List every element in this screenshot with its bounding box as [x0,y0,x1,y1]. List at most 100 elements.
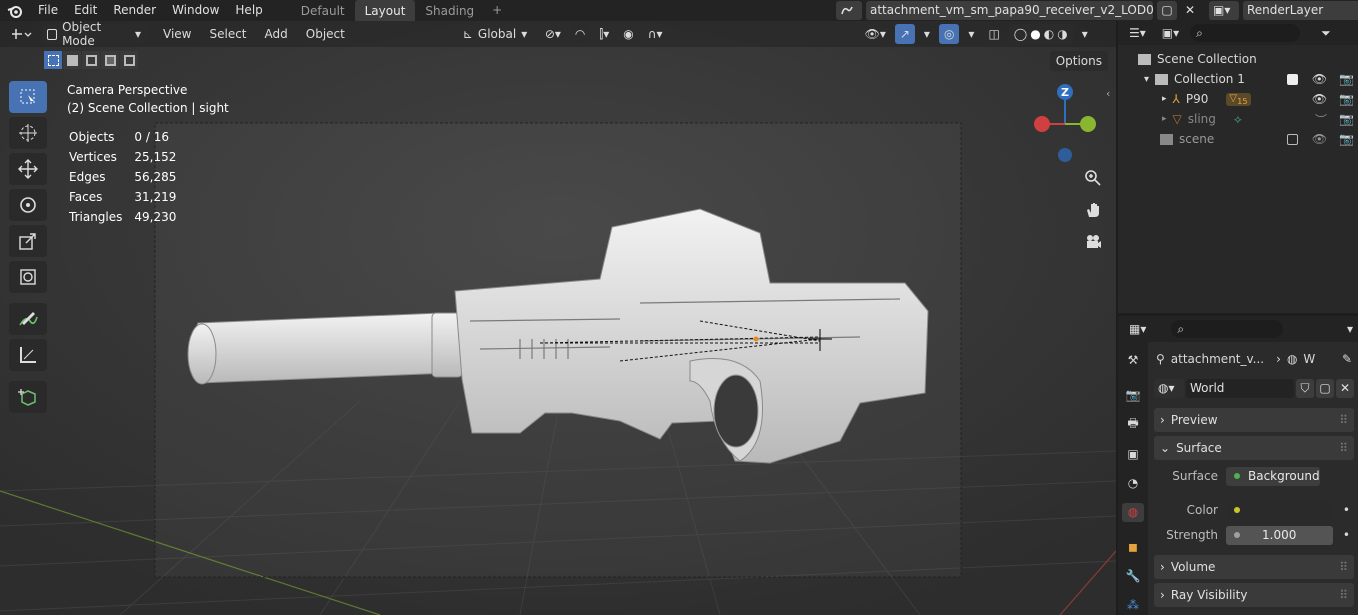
gizmo-menu-icon[interactable]: ▾ [919,24,935,44]
view-layer-icon[interactable]: ▣▾ [1209,0,1239,20]
preview-panel-header[interactable]: › Preview ⠿ [1154,408,1354,432]
outliner-row-scene[interactable]: scene 👁 📷 [1118,129,1358,149]
volume-panel-header[interactable]: › Volume ⠿ [1154,555,1354,579]
output-tab-icon[interactable]: 🖶 [1122,414,1144,434]
tab-layout[interactable]: Layout [354,0,416,21]
scale-tool-icon[interactable] [9,225,47,257]
overlay-toggle-icon[interactable]: ◎ [938,24,960,44]
ray-visibility-panel-header[interactable]: › Ray Visibility ⠿ [1154,583,1354,607]
select-intersect-icon[interactable] [120,51,138,69]
pan-hand-icon[interactable] [1081,198,1105,222]
select-box-tool-icon[interactable] [9,81,47,113]
camera-icon[interactable]: 📷 [1339,132,1354,146]
duplicate-world-icon[interactable]: ▢ [1316,378,1334,398]
falloff-icon[interactable]: ∩▾ [643,24,668,44]
view-layer-field[interactable]: RenderLayer [1243,0,1358,20]
select-subtract-icon[interactable] [82,51,100,69]
strength-field[interactable]: 1.000 [1226,525,1333,545]
axis-gizmo[interactable]: Z [1028,83,1098,163]
drag-handle-icon[interactable]: ⠿ [1339,413,1348,427]
gizmo-toggle-icon[interactable]: ↗ [894,24,915,44]
include-checkbox-icon[interactable] [1286,73,1298,85]
overlay-menu-icon[interactable]: ▾ [963,24,979,44]
outliner-row-collection-1[interactable]: ▾ Collection 1 👁 📷 [1118,69,1358,89]
world-name-field[interactable]: World [1186,378,1294,398]
keyframe-dot-icon[interactable]: • [1343,528,1350,542]
camera-view-icon[interactable] [1081,230,1105,254]
outliner-search-input[interactable]: ⌕ [1190,24,1301,42]
drag-handle-icon[interactable]: ⠿ [1339,560,1348,574]
expand-arrow-icon[interactable]: ▸ [1162,114,1167,124]
eye-icon[interactable]: 👁 [1312,132,1327,146]
render-tab-icon[interactable]: 📷 [1122,385,1144,404]
scene-type-icon[interactable] [836,0,862,20]
color-swatch[interactable] [1226,500,1333,520]
select-difference-icon[interactable] [101,51,119,69]
outliner-row-p90[interactable]: ▸ ⅄ P90 ▽15 👁 📷 [1118,89,1358,109]
outliner-row-sling[interactable]: ▸ ▽ sling ⟡ ︶ 📷 [1118,109,1358,129]
object-tab-icon[interactable]: ◼ [1122,538,1144,557]
properties-editor-type-icon[interactable]: ▦▾ [1124,319,1151,339]
pivot-icon[interactable]: ⊘▾ [540,24,566,44]
particles-tab-icon[interactable]: ⁂ [1122,596,1144,615]
rendered-shading-icon[interactable]: ◑ [1057,27,1067,41]
menu-render[interactable]: Render [105,0,164,21]
surface-shader-field[interactable]: Background [1226,466,1320,486]
tab-default[interactable]: Default [291,0,355,21]
proportional-edit-icon[interactable]: ◉ [618,24,638,44]
solid-shading-icon[interactable]: ● [1030,27,1040,41]
new-scene-icon[interactable]: ▢ [1157,0,1177,20]
fake-user-icon[interactable]: ⛉ [1296,378,1314,398]
camera-icon[interactable]: 📷 [1339,92,1354,106]
cursor-tool-icon[interactable] [9,117,47,149]
xray-icon[interactable]: ◫ [983,24,1004,44]
rotate-tool-icon[interactable] [9,189,47,221]
surface-panel-header[interactable]: ⌄ Surface ⠿ [1154,436,1354,460]
material-shading-icon[interactable]: ◐ [1044,27,1054,41]
outliner-editor-type-icon[interactable]: ☰▾ [1124,23,1151,43]
filter-icon[interactable]: ⏷ [1316,23,1336,43]
visibility-icon[interactable]: 👁▾ [860,24,891,44]
annotate-tool-icon[interactable] [9,303,47,335]
eye-icon[interactable]: 👁 [1312,72,1327,86]
sidebar-toggle-icon[interactable]: ‹ [1106,87,1110,100]
drag-handle-icon[interactable]: ⠿ [1339,441,1348,455]
world-browse-icon[interactable]: ◍▾ [1154,378,1184,398]
display-mode-icon[interactable]: ▣▾ [1157,23,1184,43]
tab-shading[interactable]: Shading [415,0,484,21]
menu-add[interactable]: Add [258,24,295,44]
menu-window[interactable]: Window [164,0,227,21]
delete-scene-icon[interactable]: ✕ [1181,1,1199,20]
menu-edit[interactable]: Edit [66,0,105,21]
include-checkbox-icon[interactable] [1286,133,1298,145]
editor-type-icon[interactable] [6,24,38,44]
properties-options-icon[interactable]: ▾ [1342,319,1358,339]
unlink-world-icon[interactable]: ✕ [1336,378,1354,398]
measure-tool-icon[interactable] [9,339,47,371]
3d-viewport[interactable]: Object Mode ▾ View Select Add Object ⊾ G… [0,21,1116,615]
expand-arrow-icon[interactable]: ▸ [1162,94,1167,104]
view-layer-tab-icon[interactable]: ▣ [1122,444,1144,463]
snap-settings-icon[interactable]: ⫿▾ [594,24,614,44]
drag-handle-icon[interactable]: ⠿ [1339,588,1348,602]
zoom-icon[interactable] [1081,166,1105,190]
expand-arrow-icon[interactable]: ▾ [1144,74,1149,85]
shading-menu-icon[interactable]: ▾ [1077,24,1093,44]
select-extend-icon[interactable] [63,51,81,69]
wireframe-shading-icon[interactable]: ◯ [1014,27,1027,41]
options-button[interactable]: Options [1049,51,1108,71]
add-cube-tool-icon[interactable] [9,381,47,413]
transform-tool-icon[interactable] [9,261,47,293]
camera-icon[interactable]: 📷 [1339,112,1354,126]
world-tab-icon[interactable]: ◍ [1122,502,1144,522]
eye-closed-icon[interactable]: ︶ [1315,111,1327,128]
snap-toggle-icon[interactable]: ◠ [569,24,591,44]
add-workspace-button[interactable]: + [484,0,510,21]
select-new-icon[interactable] [44,51,62,69]
blender-logo-icon[interactable] [0,0,30,21]
pin-icon[interactable]: ✎ [1342,352,1352,366]
keyframe-dot-icon[interactable]: • [1343,503,1350,517]
move-tool-icon[interactable] [9,153,47,185]
properties-search-input[interactable]: ⌕ [1171,320,1284,338]
orientation-dropdown[interactable]: ⊾ Global ▾ [458,24,536,44]
